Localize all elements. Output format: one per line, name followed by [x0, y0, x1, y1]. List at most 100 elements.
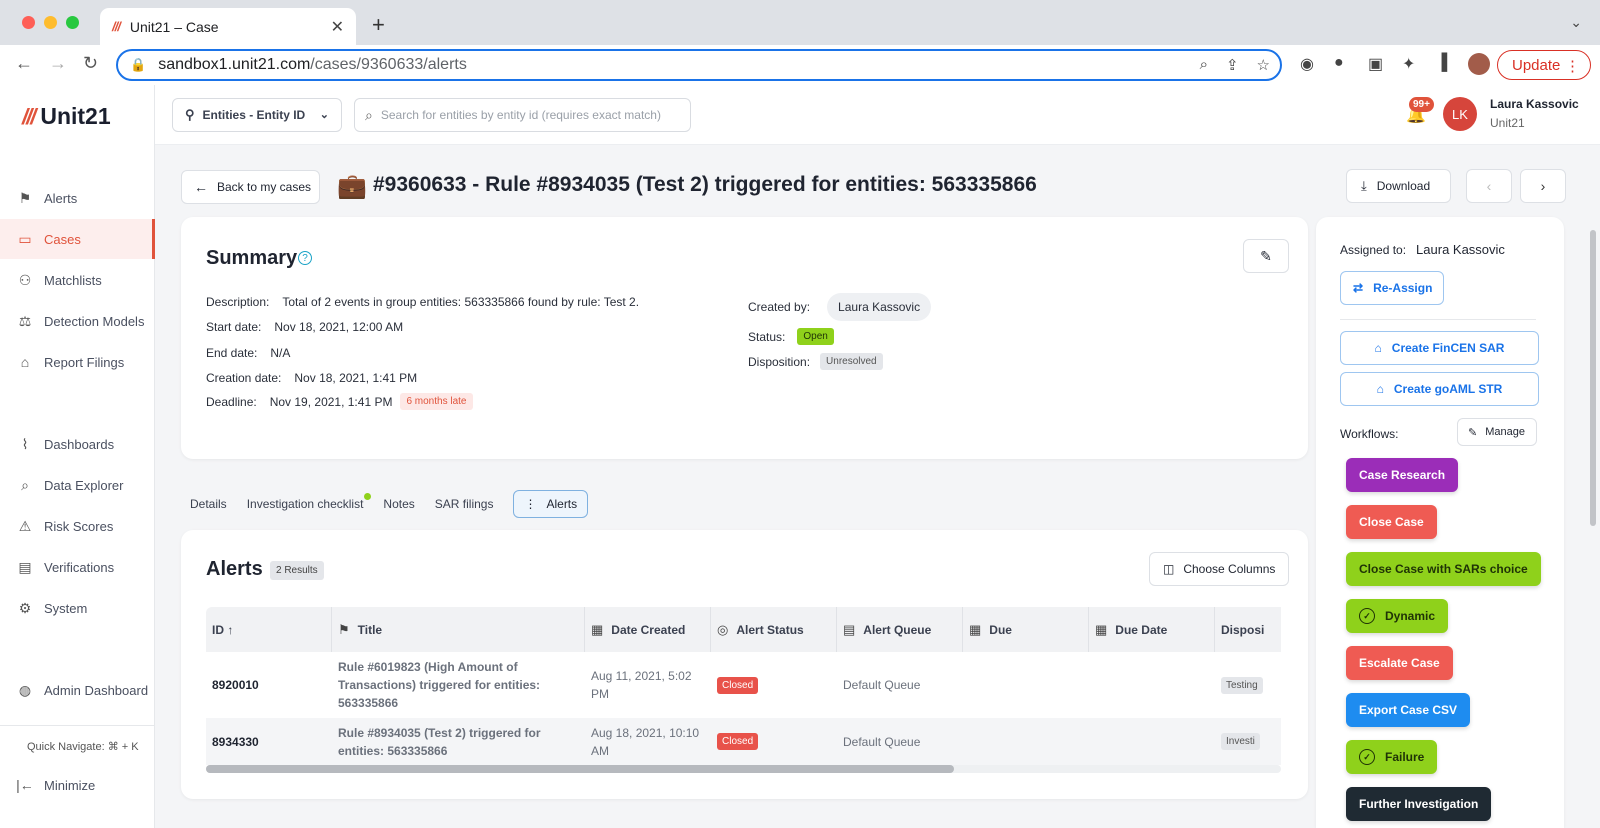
zoom-window-button[interactable] [66, 16, 79, 29]
workflow-further-investigation-button[interactable]: Further Investigation [1346, 787, 1492, 821]
back-to-cases-button[interactable]: ← Back to my cases [181, 170, 320, 204]
unit21-logo[interactable]: /// Unit21 [22, 103, 111, 130]
creation-date-label: Creation date: [206, 371, 282, 385]
sidebar-item-alerts[interactable]: ⚑ Alerts [0, 178, 155, 218]
workflow-escalate-case-button[interactable]: Escalate Case [1346, 646, 1453, 680]
prev-case-button[interactable]: ‹ [1466, 169, 1512, 203]
sidebar-item-verifications[interactable]: ▤ Verifications [0, 547, 155, 587]
scrollbar-thumb[interactable] [206, 765, 954, 773]
assignee-name: Laura Kassovic [1416, 242, 1505, 257]
workflow-case-research-button[interactable]: Case Research [1346, 458, 1459, 492]
column-header-date-created[interactable]: ▦ Date Created [585, 607, 711, 652]
user-name[interactable]: Laura Kassovic [1490, 97, 1579, 111]
workflow-close-case-button[interactable]: Close Case [1346, 505, 1437, 539]
sidebar-item-data-explorer[interactable]: ⌕ Data Explorer [0, 465, 155, 505]
table-row[interactable]: 8920010 Rule #6019823 (High Amount of Tr… [206, 652, 1281, 718]
sidebar-item-cases[interactable]: ▭ Cases [0, 219, 155, 259]
sidebar-item-risk-scores[interactable]: ⚠ Risk Scores [0, 506, 155, 546]
description-value: Total of 2 events in group entities: 563… [282, 295, 640, 309]
alert-title[interactable]: Rule #6019823 (High Amount of Transactio… [332, 652, 562, 718]
extension-3-icon[interactable]: ▣ [1368, 54, 1383, 74]
column-header-due-date[interactable]: ▦ Due Date [1089, 607, 1215, 652]
deadline-label: Deadline: [206, 394, 257, 409]
table-row[interactable]: 8934330 Rule #8934035 (Test 2) triggered… [206, 718, 1281, 765]
manage-workflows-button[interactable]: ✎ Manage [1457, 418, 1537, 446]
avatar[interactable]: LK [1443, 97, 1477, 131]
entity-type-select[interactable]: ⚲ Entities - Entity ID ⌄ [172, 98, 342, 132]
sidebar-item-label: Admin Dashboard [44, 682, 149, 698]
sidebar-item-label: Cases [44, 231, 81, 247]
sidebar-item-detection-models[interactable]: ⚖ Detection Models [0, 301, 155, 341]
back-arrow-icon[interactable]: ← [15, 53, 33, 74]
choose-columns-button[interactable]: ◫ Choose Columns [1149, 552, 1289, 586]
page-vertical-scrollbar[interactable] [1588, 230, 1597, 828]
column-header-id[interactable]: ID ↑ [206, 607, 332, 652]
alert-title[interactable]: Rule #8934035 (Test 2) triggered for ent… [332, 718, 572, 765]
share-icon[interactable]: ⇪ [1226, 56, 1239, 74]
close-tab-icon[interactable]: ✕ [331, 17, 344, 37]
minimize-sidebar-button[interactable]: |← Minimize [0, 765, 155, 805]
tab-investigation-checklist[interactable]: Investigation checklist [247, 493, 372, 511]
next-case-button[interactable]: › [1520, 169, 1566, 203]
alert-id[interactable]: 8920010 [206, 652, 259, 718]
reassign-button[interactable]: ⇄ Re-Assign [1340, 271, 1444, 305]
update-label: Update [1512, 56, 1561, 74]
table-horizontal-scrollbar[interactable] [206, 765, 1281, 773]
lock-icon[interactable]: 🔒 [130, 57, 146, 73]
chevron-down-icon: ⌄ [319, 109, 329, 121]
calendar-icon: ▦ [1095, 621, 1108, 637]
edit-summary-button[interactable]: ✎ [1243, 239, 1289, 273]
forward-arrow-icon[interactable]: → [49, 53, 67, 74]
alert-id[interactable]: 8934330 [206, 718, 259, 765]
chevron-down-icon[interactable]: ⌄ [1570, 14, 1582, 31]
sidepanel-icon[interactable]: ▐ [1436, 54, 1447, 72]
zoom-icon[interactable]: ⌕ [1200, 56, 1208, 74]
sidebar-item-dashboards[interactable]: ⌇ Dashboards [0, 424, 155, 464]
alert-queue: Default Queue [843, 678, 921, 692]
case-actions-panel: Assigned to: Laura Kassovic ⇄ Re-Assign ⌂… [1316, 217, 1564, 828]
help-icon[interactable]: ? [298, 251, 312, 265]
extension-2-icon[interactable]: ● [1334, 54, 1344, 72]
column-header-disposition[interactable]: Disposi [1215, 607, 1281, 652]
sidebar-item-matchlists[interactable]: ⚇ Matchlists [0, 260, 155, 300]
tab-notes[interactable]: Notes [383, 497, 414, 511]
download-button[interactable]: ⤓ Download [1346, 169, 1451, 203]
extension-1-icon[interactable]: ◉ [1300, 54, 1314, 74]
tab-alerts[interactable]: ⋮ Alerts [513, 490, 589, 518]
close-window-button[interactable] [22, 16, 35, 29]
column-header-alert-status[interactable]: ◎ Alert Status [711, 607, 837, 652]
browser-tab[interactable]: /// Unit21 – Case ✕ [100, 8, 356, 45]
column-header-alert-queue[interactable]: ▤ Alert Queue [837, 607, 963, 652]
puzzle-extensions-icon[interactable]: ✦ [1402, 54, 1415, 74]
sidebar-item-report-filings[interactable]: ⌂ Report Filings [0, 342, 155, 382]
workflow-label: Export Case CSV [1359, 703, 1458, 717]
entity-search-input[interactable]: ⌕ Search for entities by entity id (requ… [354, 98, 691, 132]
created-by-chip: Laura Kassovic [827, 293, 932, 321]
sidebar-item-system[interactable]: ⚙ System [0, 588, 155, 628]
reload-icon[interactable]: ↻ [83, 53, 98, 74]
address-bar[interactable]: 🔒 sandbox1.unit21.com/cases/9360633/aler… [116, 49, 1282, 81]
tab-details[interactable]: Details [190, 497, 227, 511]
logo-text: Unit21 [40, 103, 111, 129]
tab-sar-filings[interactable]: SAR filings [435, 497, 494, 511]
reassign-icon: ⇄ [1353, 281, 1364, 295]
scrollbar-thumb[interactable] [1590, 230, 1596, 526]
sidebar-item-admin-dashboard[interactable]: ◍ Admin Dashboard [0, 670, 155, 710]
workflow-close-case-sars-button[interactable]: Close Case with SARs choice [1346, 552, 1541, 586]
profile-avatar[interactable] [1468, 53, 1490, 75]
minimize-window-button[interactable] [44, 16, 57, 29]
create-fincen-sar-button[interactable]: ⌂ Create FinCEN SAR [1340, 331, 1539, 365]
status-badge: Closed [717, 733, 759, 750]
column-header-title[interactable]: ⚑ Title [332, 607, 585, 652]
bookmark-star-icon[interactable]: ☆ [1257, 56, 1270, 74]
divider [1340, 319, 1536, 320]
column-header-due[interactable]: ▦ Due [963, 607, 1089, 652]
workflow-failure-button[interactable]: ✓ Failure [1346, 740, 1438, 774]
create-goaml-str-button[interactable]: ⌂ Create goAML STR [1340, 372, 1539, 406]
results-count-badge: 2 Results [270, 561, 324, 580]
new-tab-icon[interactable]: + [372, 12, 385, 38]
update-button[interactable]: Update ⋮ [1497, 50, 1591, 80]
globe-icon: ◍ [18, 681, 32, 698]
workflow-export-csv-button[interactable]: Export Case CSV [1346, 693, 1471, 727]
workflow-dynamic-button[interactable]: ✓ Dynamic [1346, 599, 1449, 633]
